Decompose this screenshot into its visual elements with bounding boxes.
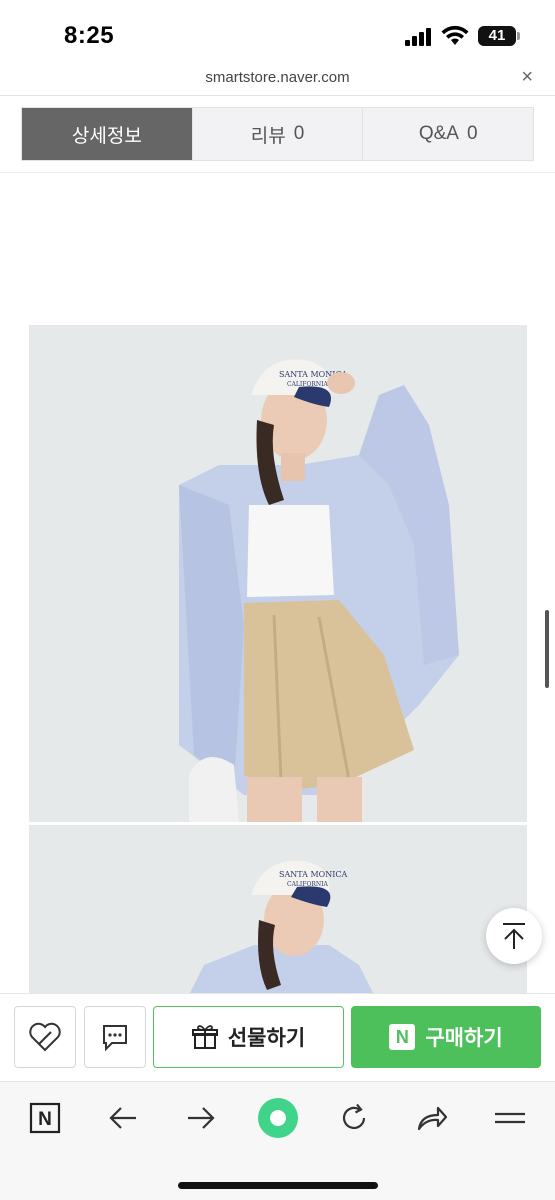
close-icon[interactable]: × — [521, 66, 533, 89]
buy-button[interactable]: N 구매하기 — [351, 1006, 541, 1068]
naver-home-icon[interactable]: N — [25, 1098, 65, 1138]
cap-text-1: SANTA MONICA — [279, 870, 348, 879]
tab-count: 0 — [293, 123, 305, 144]
tab-label: Q&A — [418, 123, 459, 144]
wifi-icon — [441, 25, 469, 45]
refresh-icon[interactable] — [334, 1098, 374, 1138]
tab-reviews[interactable]: 리뷰 0 — [192, 108, 364, 160]
model-illustration: SANTA MONICA CALIFORNIA — [29, 825, 527, 995]
detail-tabs: 상세정보 리뷰 0 Q&A 0 — [21, 107, 534, 161]
tab-detail-info[interactable]: 상세정보 — [22, 108, 193, 160]
like-button[interactable] — [14, 1006, 76, 1068]
buy-label: 구매하기 — [425, 1027, 503, 1050]
scroll-indicator[interactable] — [545, 610, 549, 688]
cellular-signal-icon — [405, 28, 431, 46]
home-indicator — [178, 1182, 378, 1189]
talk-button[interactable] — [84, 1006, 146, 1068]
status-time: 8:25 — [64, 22, 115, 49]
cap-text-2: CALIFORNIA — [287, 381, 328, 388]
tab-label: 상세정보 — [71, 125, 142, 147]
purchase-bar: 선물하기 N 구매하기 — [0, 993, 555, 1081]
chat-bubble-icon — [103, 1025, 127, 1052]
heart-icon — [29, 1022, 61, 1052]
browser-url-bar: smartstore.naver.com × — [0, 62, 555, 96]
product-photo: SANTA MONICA CALIFORNIA — [29, 825, 527, 995]
svg-text:N: N — [38, 1109, 52, 1130]
tab-qna[interactable]: Q&A 0 — [363, 108, 534, 160]
tab-label: 리뷰 — [250, 125, 286, 147]
product-photo: SANTA MONICA CALIFORNIA — [29, 325, 527, 822]
scroll-to-top-button[interactable] — [486, 908, 542, 964]
share-icon[interactable] — [412, 1098, 452, 1138]
gift-icon — [191, 1025, 218, 1049]
forward-arrow-icon[interactable] — [181, 1098, 221, 1138]
gift-button[interactable]: 선물하기 — [153, 1006, 344, 1068]
model-illustration: SANTA MONICA CALIFORNIA — [29, 325, 527, 822]
status-bar: 8:25 41 — [0, 0, 555, 62]
url-text[interactable]: smartstore.naver.com — [0, 69, 555, 86]
divider — [0, 172, 555, 173]
battery-indicator: 41 — [478, 26, 520, 46]
menu-icon[interactable] — [490, 1098, 530, 1138]
green-dot-icon[interactable] — [257, 1097, 299, 1139]
back-arrow-icon[interactable] — [103, 1098, 143, 1138]
tab-count: 0 — [466, 123, 478, 144]
gift-label: 선물하기 — [227, 1027, 306, 1050]
arrow-up-to-top-icon — [503, 923, 525, 949]
naver-pay-icon: N — [389, 1024, 416, 1050]
browser-toolbar: N — [0, 1081, 555, 1200]
cap-text-2: CALIFORNIA — [287, 881, 328, 888]
